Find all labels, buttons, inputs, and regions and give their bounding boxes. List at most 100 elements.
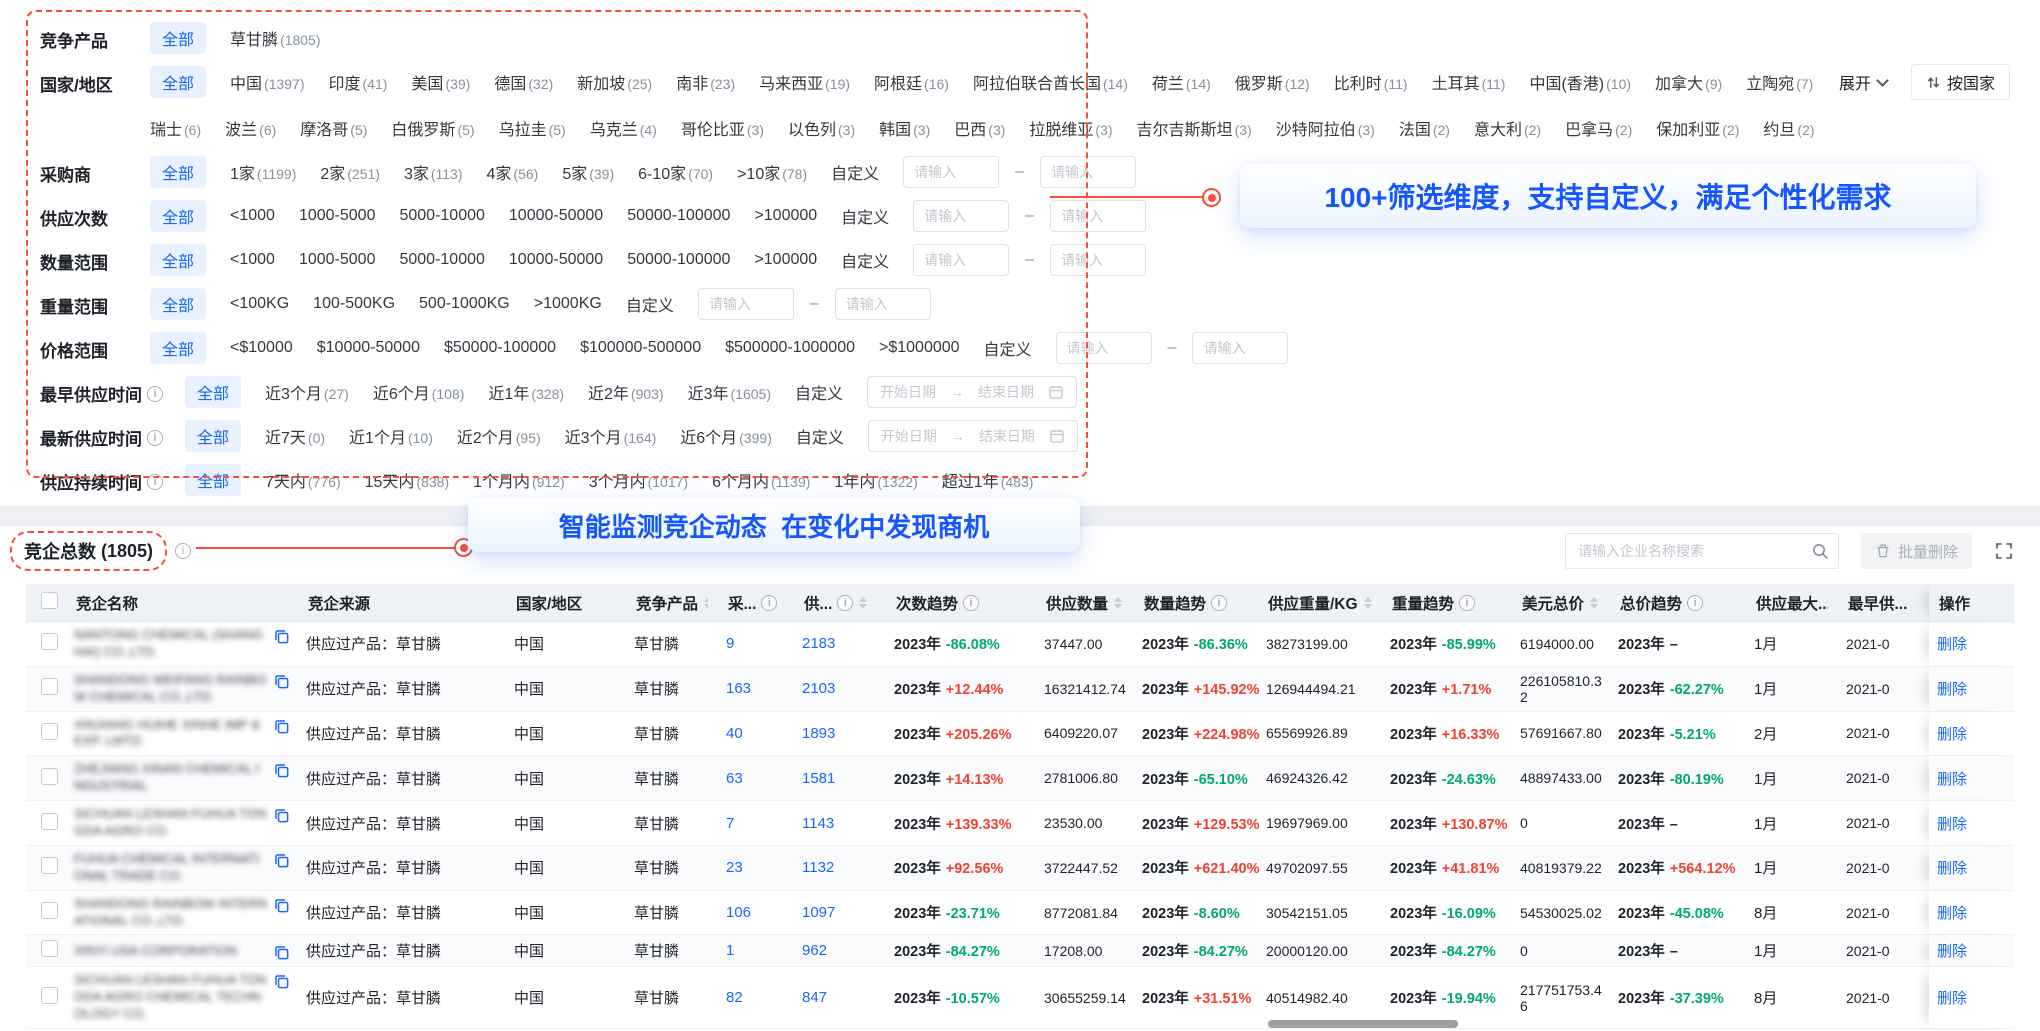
filter-chip-all[interactable]: 全部 — [150, 244, 206, 276]
filter-chip[interactable]: 自定义 — [796, 420, 844, 452]
count-link[interactable]: 7 — [726, 815, 734, 832]
sort-icon[interactable] — [1590, 597, 1598, 609]
filter-chip[interactable]: 近6个月(108) — [373, 376, 465, 408]
range-min-input[interactable] — [903, 156, 999, 188]
filter-chip[interactable]: 摩洛哥(5) — [300, 112, 367, 144]
count-link[interactable]: 1143 — [802, 815, 834, 832]
count-link[interactable]: 106 — [726, 904, 751, 921]
filter-chip[interactable]: 印度(41) — [329, 66, 388, 98]
filter-chip[interactable]: 1家(1199) — [230, 156, 296, 188]
copy-icon[interactable] — [273, 762, 290, 779]
count-link[interactable]: 2103 — [802, 680, 835, 697]
filter-chip[interactable]: $10000-50000 — [317, 335, 420, 361]
filter-chip[interactable]: >100000 — [754, 203, 817, 229]
filter-chip[interactable]: 立陶宛(7) — [1746, 66, 1813, 98]
date-range-picker[interactable]: 开始日期→结束日期 — [867, 376, 1077, 408]
filter-chip[interactable]: 6-10家(70) — [638, 156, 713, 188]
filter-chip[interactable]: 自定义 — [626, 288, 674, 320]
row-checkbox[interactable] — [41, 633, 58, 650]
row-checkbox[interactable] — [41, 813, 58, 830]
filter-chip[interactable]: 俄罗斯(12) — [1235, 66, 1310, 98]
filter-chip[interactable]: 自定义 — [984, 332, 1032, 364]
delete-link[interactable]: 删除 — [1937, 681, 1967, 698]
fullscreen-icon[interactable] — [1994, 541, 2014, 561]
filter-chip[interactable]: 吉尔吉斯斯坦(3) — [1137, 112, 1252, 144]
filter-chip[interactable]: 近3个月(27) — [265, 376, 349, 408]
filter-chip[interactable]: 乌拉圭(5) — [499, 112, 566, 144]
filter-chip-all[interactable]: 全部 — [185, 420, 241, 452]
sort-icon[interactable] — [1364, 597, 1372, 609]
range-max-input[interactable] — [835, 288, 931, 320]
range-min-input[interactable] — [913, 200, 1009, 232]
filter-chip[interactable]: <1000 — [230, 247, 275, 273]
filter-chip[interactable]: 近1年(328) — [488, 376, 564, 408]
count-link[interactable]: 1581 — [802, 770, 835, 787]
filter-chip[interactable]: 近3个月(164) — [565, 420, 657, 452]
delete-link[interactable]: 删除 — [1937, 726, 1967, 743]
filter-chip[interactable]: 4家(56) — [487, 156, 539, 188]
sort-by-country-button[interactable]: 按国家 — [1911, 64, 2010, 100]
range-min-input[interactable] — [698, 288, 794, 320]
filter-chip[interactable]: 超过1年(483) — [942, 464, 1034, 496]
count-link[interactable]: 847 — [802, 989, 827, 1006]
range-min-input[interactable] — [1056, 332, 1152, 364]
filter-chip[interactable]: >100000 — [754, 247, 817, 273]
range-max-input[interactable] — [1040, 156, 1136, 188]
filter-chip[interactable]: 自定义 — [831, 156, 879, 188]
filter-chip[interactable]: 巴拿马(2) — [1565, 112, 1632, 144]
filter-chip[interactable]: 意大利(2) — [1474, 112, 1541, 144]
expand-button[interactable]: 展开 — [1839, 70, 1887, 94]
range-max-input[interactable] — [1192, 332, 1288, 364]
row-checkbox[interactable] — [41, 678, 58, 695]
filter-chip[interactable]: 阿根廷(16) — [874, 66, 949, 98]
filter-chip[interactable]: 1000-5000 — [299, 203, 376, 229]
copy-icon[interactable] — [273, 673, 290, 690]
select-all-checkbox[interactable] — [41, 592, 58, 609]
range-max-input[interactable] — [1050, 244, 1146, 276]
filter-chip-all[interactable]: 全部 — [150, 332, 206, 364]
copy-icon[interactable] — [273, 628, 290, 645]
delete-link[interactable]: 删除 — [1937, 990, 1967, 1007]
count-link[interactable]: 1 — [726, 942, 734, 959]
filter-chip[interactable]: 以色列(3) — [788, 112, 855, 144]
filter-chip[interactable]: 加拿大(9) — [1655, 66, 1722, 98]
sort-icon[interactable] — [783, 597, 784, 609]
batch-delete-button[interactable]: 批量删除 — [1861, 533, 1972, 569]
filter-chip[interactable]: 3个月内(1017) — [589, 464, 688, 496]
count-link[interactable]: 40 — [726, 725, 743, 742]
filter-chip[interactable]: >1000KG — [534, 291, 602, 317]
filter-chip[interactable]: 1000-5000 — [299, 247, 376, 273]
horizontal-scrollbar[interactable] — [1268, 1020, 1458, 1028]
filter-chip-all[interactable]: 全部 — [150, 156, 206, 188]
filter-chip-all[interactable]: 全部 — [150, 22, 206, 54]
company-search-input[interactable] — [1565, 533, 1839, 569]
filter-chip[interactable]: 荷兰(14) — [1152, 66, 1211, 98]
count-link[interactable]: 1097 — [802, 904, 835, 921]
filter-chip[interactable]: 拉脱维亚(3) — [1029, 112, 1112, 144]
filter-chip[interactable]: 巴西(3) — [954, 112, 1005, 144]
filter-chip[interactable]: 沙特阿拉伯(3) — [1276, 112, 1375, 144]
range-min-input[interactable] — [913, 244, 1009, 276]
filter-chip[interactable]: 乌克兰(4) — [590, 112, 657, 144]
copy-icon[interactable] — [273, 944, 290, 961]
delete-link[interactable]: 删除 — [1937, 943, 1967, 960]
filter-chip[interactable]: 10000-50000 — [509, 247, 603, 273]
delete-link[interactable]: 删除 — [1937, 860, 1967, 877]
filter-chip[interactable]: 近6个月(399) — [680, 420, 772, 452]
delete-link[interactable]: 删除 — [1937, 636, 1967, 653]
filter-chip[interactable]: 近2个月(95) — [457, 420, 541, 452]
filter-chip[interactable]: 50000-100000 — [627, 203, 730, 229]
filter-chip[interactable]: $500000-1000000 — [725, 335, 855, 361]
filter-chip[interactable]: $50000-100000 — [444, 335, 556, 361]
filter-chip[interactable]: $100000-500000 — [580, 335, 701, 361]
filter-chip[interactable]: >$1000000 — [879, 335, 960, 361]
copy-icon[interactable] — [273, 973, 290, 990]
copy-icon[interactable] — [273, 807, 290, 824]
filter-chip[interactable]: 自定义 — [795, 376, 843, 408]
filter-chip[interactable]: 5000-10000 — [399, 203, 484, 229]
filter-chip[interactable]: 南非(23) — [676, 66, 735, 98]
filter-chip[interactable]: 自定义 — [841, 244, 889, 276]
count-link[interactable]: 962 — [802, 942, 827, 959]
filter-chip[interactable]: 10000-50000 — [509, 203, 603, 229]
copy-icon[interactable] — [273, 852, 290, 869]
